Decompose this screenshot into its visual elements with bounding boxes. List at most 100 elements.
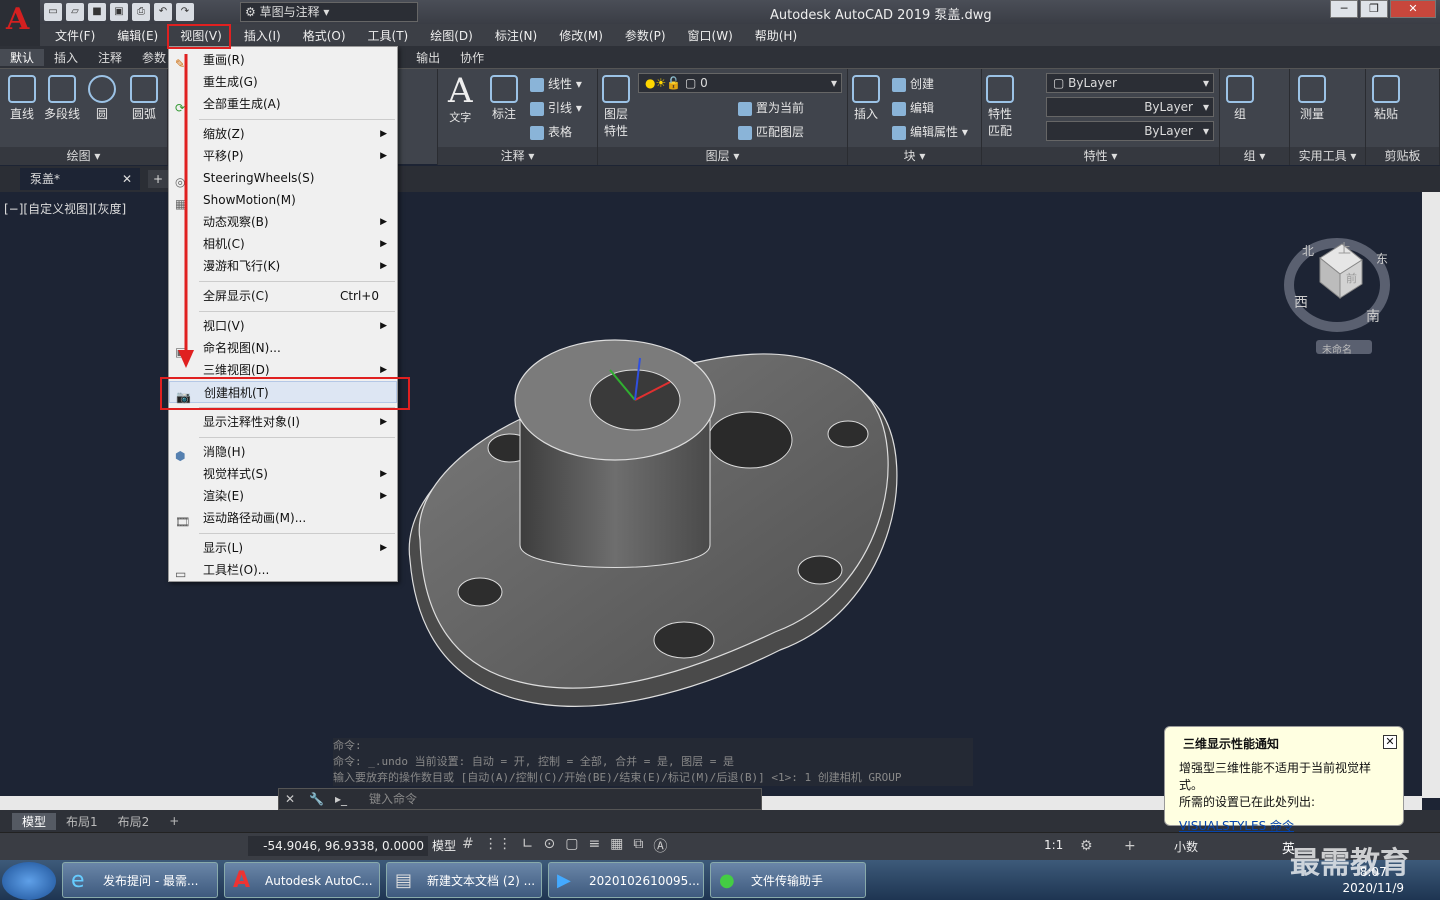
compass-north-label[interactable]: 北 xyxy=(1302,242,1314,259)
ortho-icon[interactable]: ∟ xyxy=(522,836,534,856)
compass-west-label[interactable]: 西 xyxy=(1294,292,1308,312)
new-tab-button[interactable]: + xyxy=(148,170,168,188)
open-icon[interactable]: ▱ xyxy=(66,3,84,21)
taskbar-item-ie[interactable]: e 发布提问 - 最需... xyxy=(62,862,218,898)
viewport-controls[interactable]: [−][自定义视图][灰度] xyxy=(4,200,126,217)
start-button[interactable] xyxy=(2,862,56,900)
linetype-select[interactable]: ByLayer ▾ xyxy=(1046,97,1214,117)
menu-insert[interactable]: 插入(I) xyxy=(233,27,292,44)
taskbar-item-notepad[interactable]: ▤ 新建文本文档 (2) ... xyxy=(386,862,542,898)
tab-default[interactable]: 默认 xyxy=(0,48,45,66)
menu-item-regen[interactable]: 重生成(G) xyxy=(169,71,397,93)
panel-draw-title[interactable]: 绘图 ▾ xyxy=(0,147,167,165)
compass-east-label[interactable]: 东 xyxy=(1376,250,1388,267)
compass-south-label[interactable]: 南 xyxy=(1366,306,1380,326)
taskbar-item-video[interactable]: ▶ 2020102610095... xyxy=(548,862,704,898)
taskbar-item-wechat[interactable]: ● 文件传输助手 xyxy=(710,862,866,898)
layer-properties-button[interactable]: 图层 特性 xyxy=(602,75,630,139)
autocad-logo-button[interactable]: A xyxy=(0,0,40,46)
menu-format[interactable]: 格式(O) xyxy=(292,27,357,44)
menu-item-display[interactable]: 显示(L) ▶ xyxy=(169,537,397,559)
snap-icon[interactable]: ⋮⋮ xyxy=(484,836,512,856)
menu-file[interactable]: 文件(F) xyxy=(44,27,106,44)
panel-annotation-title[interactable]: 注释 ▾ xyxy=(438,147,597,165)
menu-item-fullscreen[interactable]: 全屏显示(C) Ctrl+0 xyxy=(169,285,397,307)
units-select[interactable]: 小数 xyxy=(1174,838,1198,855)
annotation-scale-icon[interactable]: Ⓐ xyxy=(653,836,667,856)
menu-tools[interactable]: 工具(T) xyxy=(357,27,420,44)
panel-layer-title[interactable]: 图层 ▾ xyxy=(598,147,847,165)
menu-item-named-views[interactable]: ▣命名视图(N)... xyxy=(169,337,397,359)
tab-insert[interactable]: 插入 xyxy=(44,49,88,66)
add-layout-button[interactable]: + xyxy=(159,814,189,828)
menu-item-camera[interactable]: 相机(C) ▶ xyxy=(169,233,397,255)
annotation-scale[interactable]: 1:1 xyxy=(1044,838,1063,852)
linear-button[interactable]: 线性 ▾ xyxy=(530,75,582,92)
menu-item-walk-fly[interactable]: 漫游和飞行(K) ▶ xyxy=(169,255,397,277)
wrench-icon[interactable]: 🔧 xyxy=(309,789,324,809)
menu-item-toolbars[interactable]: ▭ 工具栏(O)... xyxy=(169,559,397,581)
paste-button[interactable]: 粘贴 xyxy=(1372,75,1400,122)
match-layer-button[interactable]: 匹配图层 xyxy=(738,123,804,140)
menu-item-regen-all[interactable]: ⟳ 全部重生成(A) xyxy=(169,93,397,115)
menu-modify[interactable]: 修改(M) xyxy=(548,27,614,44)
minimize-button[interactable]: ─ xyxy=(1330,0,1358,18)
menu-item-steeringwheels[interactable]: ◎ SteeringWheels(S) xyxy=(169,167,397,189)
taskbar-item-autocad[interactable]: A Autodesk AutoC... xyxy=(224,862,380,898)
leader-button[interactable]: 引线 ▾ xyxy=(530,99,582,116)
menu-window[interactable]: 窗口(W) xyxy=(677,27,744,44)
edit-attr-button[interactable]: 编辑属性 ▾ xyxy=(892,123,968,140)
menu-item-hide[interactable]: ⬢ 消隐(H) xyxy=(169,441,397,463)
dim-button[interactable]: 标注 xyxy=(490,75,518,122)
close-icon[interactable]: ✕ xyxy=(285,789,295,809)
line-button[interactable]: 直线 xyxy=(8,75,36,122)
set-current-button[interactable]: 置为当前 xyxy=(738,99,804,116)
menu-item-showmotion[interactable]: ▦ ShowMotion(M) xyxy=(169,189,397,211)
close-icon[interactable]: ✕ xyxy=(122,168,132,190)
menu-item-pan[interactable]: 平移(P) ▶ xyxy=(169,145,397,167)
menu-item-annotative-objects[interactable]: 显示注释性对象(I) ▶ xyxy=(169,411,397,433)
match-props-button[interactable]: 特性 匹配 xyxy=(986,75,1014,139)
maximize-button[interactable]: ❐ xyxy=(1360,0,1388,18)
menu-dimension[interactable]: 标注(N) xyxy=(484,27,548,44)
ucs-menu[interactable]: 未命名 xyxy=(1322,341,1352,356)
panel-properties-title[interactable]: 特性 ▾ xyxy=(982,147,1219,165)
close-icon[interactable]: ✕ xyxy=(1383,735,1397,749)
undo-icon[interactable]: ↶ xyxy=(154,3,172,21)
visualstyles-link[interactable]: VISUALSTYLES 命令 xyxy=(1179,817,1393,834)
close-button[interactable]: ✕ xyxy=(1390,0,1436,18)
new-icon[interactable]: ▭ xyxy=(44,3,62,21)
arc-button[interactable]: 圆弧 xyxy=(130,75,158,122)
menu-item-visual-styles[interactable]: 视觉样式(S) ▶ xyxy=(169,463,397,485)
command-prompt-icon[interactable]: ▸_ xyxy=(335,789,347,809)
polyline-button[interactable]: 多段线 xyxy=(44,75,80,122)
polar-icon[interactable]: ⊙ xyxy=(543,836,555,856)
viewcube-front-label[interactable]: 前 xyxy=(1346,270,1357,286)
edit-block-button[interactable]: 编辑 xyxy=(892,99,934,116)
document-tab[interactable]: 泵盖* ✕ xyxy=(20,168,140,190)
create-block-button[interactable]: 创建 xyxy=(892,75,934,92)
print-icon[interactable]: ⎙ xyxy=(132,3,150,21)
menu-item-zoom[interactable]: 缩放(Z) ▶ xyxy=(169,123,397,145)
tab-layout1[interactable]: 布局1 xyxy=(56,813,108,830)
menu-parametric[interactable]: 参数(P) xyxy=(614,27,677,44)
redo-icon[interactable]: ↷ xyxy=(176,3,194,21)
lineweight-icon[interactable]: ≡ xyxy=(588,836,600,856)
insert-button[interactable]: 插入 xyxy=(852,75,880,122)
tab-layout2[interactable]: 布局2 xyxy=(108,813,160,830)
menu-edit[interactable]: 编辑(E) xyxy=(106,27,169,44)
grid-icon[interactable]: # xyxy=(462,836,474,856)
osnap-icon[interactable]: ▢ xyxy=(565,836,578,856)
selection-cycling-icon[interactable]: ⧉ xyxy=(633,836,643,856)
menu-draw[interactable]: 绘图(D) xyxy=(419,27,484,44)
menu-item-redraw[interactable]: ✎ 重画(R) xyxy=(169,49,397,71)
plus-icon[interactable]: + xyxy=(1124,838,1136,854)
text-button[interactable]: A 文字 xyxy=(448,73,473,125)
workspace-select[interactable]: ⚙ 草图与注释 ▾ xyxy=(240,2,418,22)
menu-item-render[interactable]: 渲染(E) ▶ xyxy=(169,485,397,507)
tab-annotate[interactable]: 注释 xyxy=(88,49,132,66)
layer-select[interactable]: ●☀🔓 ▢ 0 ▾ xyxy=(638,73,842,93)
tab-collaborate[interactable]: 协作 xyxy=(450,49,494,66)
color-select[interactable]: ▢ ByLayer ▾ xyxy=(1046,73,1214,93)
lineweight-select[interactable]: ByLayer ▾ xyxy=(1046,121,1214,141)
